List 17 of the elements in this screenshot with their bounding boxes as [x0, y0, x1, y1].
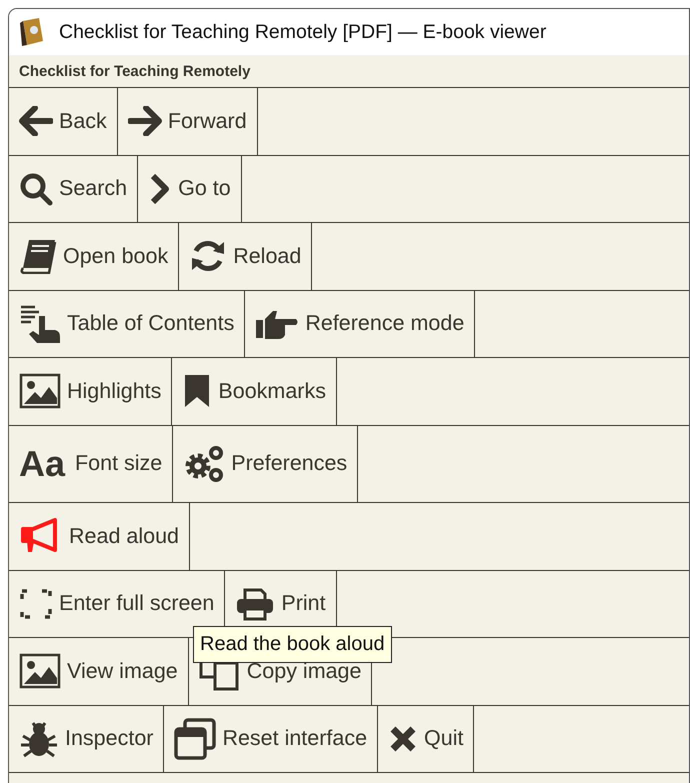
- bug-icon: [19, 720, 59, 758]
- image-icon: [19, 653, 61, 690]
- search-icon: [19, 172, 53, 206]
- book-icon: [19, 238, 57, 274]
- arrow-right-icon: [128, 106, 162, 136]
- fullscreen-icon: [19, 588, 53, 620]
- window-title: Checklist for Teaching Remotely [PDF] — E-book viewer: [59, 20, 546, 44]
- book-app-icon: [19, 17, 45, 47]
- image-icon: [19, 373, 61, 410]
- tooltip: Read the book aloud: [193, 626, 392, 663]
- printer-icon: [235, 586, 276, 621]
- list-hand-icon: [19, 304, 61, 344]
- font-size-icon: Aa: [19, 442, 66, 485]
- close-icon: [388, 724, 418, 754]
- windows-icon: [174, 718, 216, 760]
- gears-icon: [183, 444, 226, 484]
- arrow-left-icon: [19, 106, 53, 136]
